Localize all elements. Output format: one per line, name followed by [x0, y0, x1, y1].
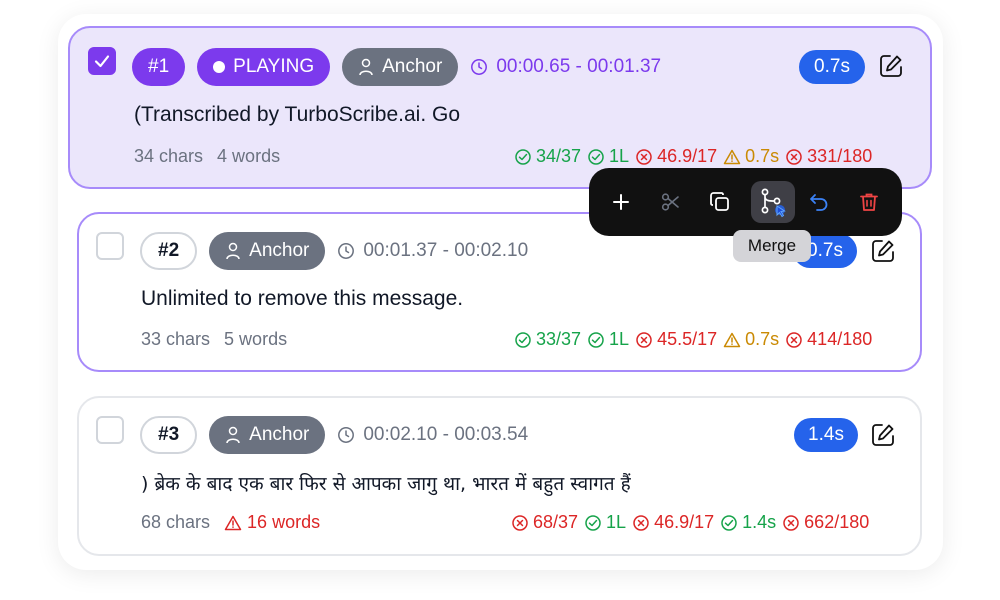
- segment-3-stats: 68/37 1L 46.9/17 1.4s 662/180: [505, 512, 869, 533]
- speaker-label: Anchor: [382, 56, 443, 77]
- stat-wpm: 414/180: [785, 329, 872, 350]
- segment-2-text[interactable]: Unlimited to remove this message.: [141, 287, 463, 311]
- word-count: 5 words: [224, 329, 288, 349]
- edit-icon[interactable]: [878, 53, 904, 79]
- segment-1-meta: 34 chars 4 words: [134, 146, 280, 167]
- segment-2-meta: 33 chars 5 words: [141, 329, 287, 350]
- x-circle-icon: [786, 148, 802, 165]
- delete-segment-button[interactable]: [847, 181, 891, 223]
- add-segment-button[interactable]: [599, 181, 643, 223]
- user-icon: [359, 58, 373, 76]
- stat-wpm: 662/180: [782, 512, 869, 533]
- stat-wpm: 331/180: [785, 146, 872, 167]
- copy-icon: [710, 192, 729, 211]
- user-icon: [226, 426, 240, 444]
- stat-lines: 1L: [587, 329, 629, 350]
- playing-status-label: PLAYING: [233, 56, 315, 77]
- stat-cps: 45.5/17: [635, 329, 717, 350]
- word-count-warning: 16 words: [224, 512, 320, 533]
- plus-icon: [613, 194, 629, 210]
- stat-duration: 0.7s: [723, 329, 779, 350]
- duration-badge: 1.4s: [794, 418, 858, 452]
- segment-1-text[interactable]: (Transcribed by TurboScribe.ai. Go: [134, 103, 460, 127]
- x-circle-icon: [633, 514, 649, 531]
- edit-icon[interactable]: [870, 238, 896, 264]
- segment-number-badge: #1: [132, 48, 186, 86]
- merge-segment-button[interactable]: [751, 181, 795, 223]
- segment-3-checkbox[interactable]: [96, 416, 124, 444]
- speaker-label: Anchor: [249, 240, 310, 261]
- segment-3-text[interactable]: ) ब्रेक के बाद एक बार फिर से आपका जागु थ…: [141, 470, 631, 496]
- x-circle-icon: [786, 331, 802, 348]
- undo-button[interactable]: [797, 181, 841, 223]
- stat-cps: 46.9/17: [635, 146, 717, 167]
- char-count: 68 chars: [141, 512, 211, 532]
- time-range-text: 00:01.37 - 00:02.10: [363, 240, 529, 261]
- stat-cps: 46.9/17: [632, 512, 714, 533]
- trash-icon: [860, 193, 878, 211]
- segment-action-toolbar: [589, 168, 902, 236]
- playing-status-badge: PLAYING: [197, 48, 331, 86]
- warning-triangle-icon: [224, 515, 242, 530]
- speaker-badge[interactable]: Anchor: [209, 416, 326, 454]
- time-range-text: 00:00.65 - 00:01.37: [496, 56, 662, 77]
- speaker-badge[interactable]: Anchor: [209, 232, 326, 270]
- x-circle-icon: [636, 331, 652, 348]
- user-icon: [226, 242, 240, 260]
- merge-tooltip: Merge: [733, 230, 811, 262]
- segment-3-header: #3 Anchor 00:02.10 - 00:03.54: [140, 416, 528, 454]
- segment-2-stats: 33/37 1L 45.5/17 0.7s 414/180: [508, 329, 872, 350]
- check-circle-icon: [721, 514, 737, 531]
- warning-triangle-icon: [723, 332, 741, 347]
- x-circle-icon: [636, 148, 652, 165]
- check-circle-icon: [515, 331, 531, 348]
- check-circle-icon: [588, 331, 604, 348]
- scissors-icon: [661, 193, 679, 211]
- duplicate-segment-button[interactable]: [698, 181, 742, 223]
- stat-duration: 0.7s: [723, 146, 779, 167]
- stat-lines: 1L: [587, 146, 629, 167]
- stat-chars-per-line: 33/37: [514, 329, 581, 350]
- playing-dot-icon: [213, 61, 226, 73]
- edit-icon[interactable]: [870, 422, 896, 448]
- char-count: 34 chars: [134, 146, 204, 166]
- segment-number-badge: #3: [140, 416, 198, 454]
- segment-1-stats: 34/37 1L 46.9/17 0.7s 331/180: [508, 146, 872, 167]
- duration-badge: 0.7s: [799, 50, 865, 84]
- segment-2-checkbox[interactable]: [96, 232, 124, 260]
- stat-duration: 1.4s: [720, 512, 776, 533]
- segment-1-checkbox[interactable]: [88, 47, 116, 75]
- check-circle-icon: [585, 514, 601, 531]
- stat-chars-per-line: 68/37: [511, 512, 578, 533]
- check-icon: [94, 55, 110, 68]
- check-circle-icon: [588, 148, 604, 165]
- speaker-label: Anchor: [249, 424, 310, 445]
- segment-3-meta: 68 chars 16 words: [141, 512, 320, 533]
- segment-2-header: #2 Anchor 00:01.37 - 00:02.10: [140, 232, 528, 270]
- segment-1-header: #1 PLAYING Anchor 00:00.65 - 00:01.37: [132, 48, 661, 86]
- clock-icon: [338, 427, 355, 443]
- word-count: 16 words: [247, 512, 321, 532]
- char-count: 33 chars: [141, 329, 211, 349]
- check-circle-icon: [515, 148, 531, 165]
- x-circle-icon: [783, 514, 799, 531]
- segment-number-badge: #2: [140, 232, 198, 270]
- undo-icon: [810, 194, 828, 211]
- merge-icon: [761, 188, 786, 218]
- word-count: 4 words: [217, 146, 281, 166]
- split-segment-button[interactable]: [649, 181, 693, 223]
- segment-time-range: 00:02.10 - 00:03.54: [337, 424, 528, 446]
- segment-time-range: 00:00.65 - 00:01.37: [470, 56, 661, 78]
- x-circle-icon: [512, 514, 528, 531]
- segment-time-range: 00:01.37 - 00:02.10: [337, 240, 528, 262]
- stat-chars-per-line: 34/37: [514, 146, 581, 167]
- clock-icon: [471, 59, 488, 75]
- clock-icon: [338, 243, 355, 259]
- stat-lines: 1L: [584, 512, 626, 533]
- warning-triangle-icon: [723, 149, 741, 164]
- speaker-badge[interactable]: Anchor: [342, 48, 459, 86]
- time-range-text: 00:02.10 - 00:03.54: [363, 424, 529, 445]
